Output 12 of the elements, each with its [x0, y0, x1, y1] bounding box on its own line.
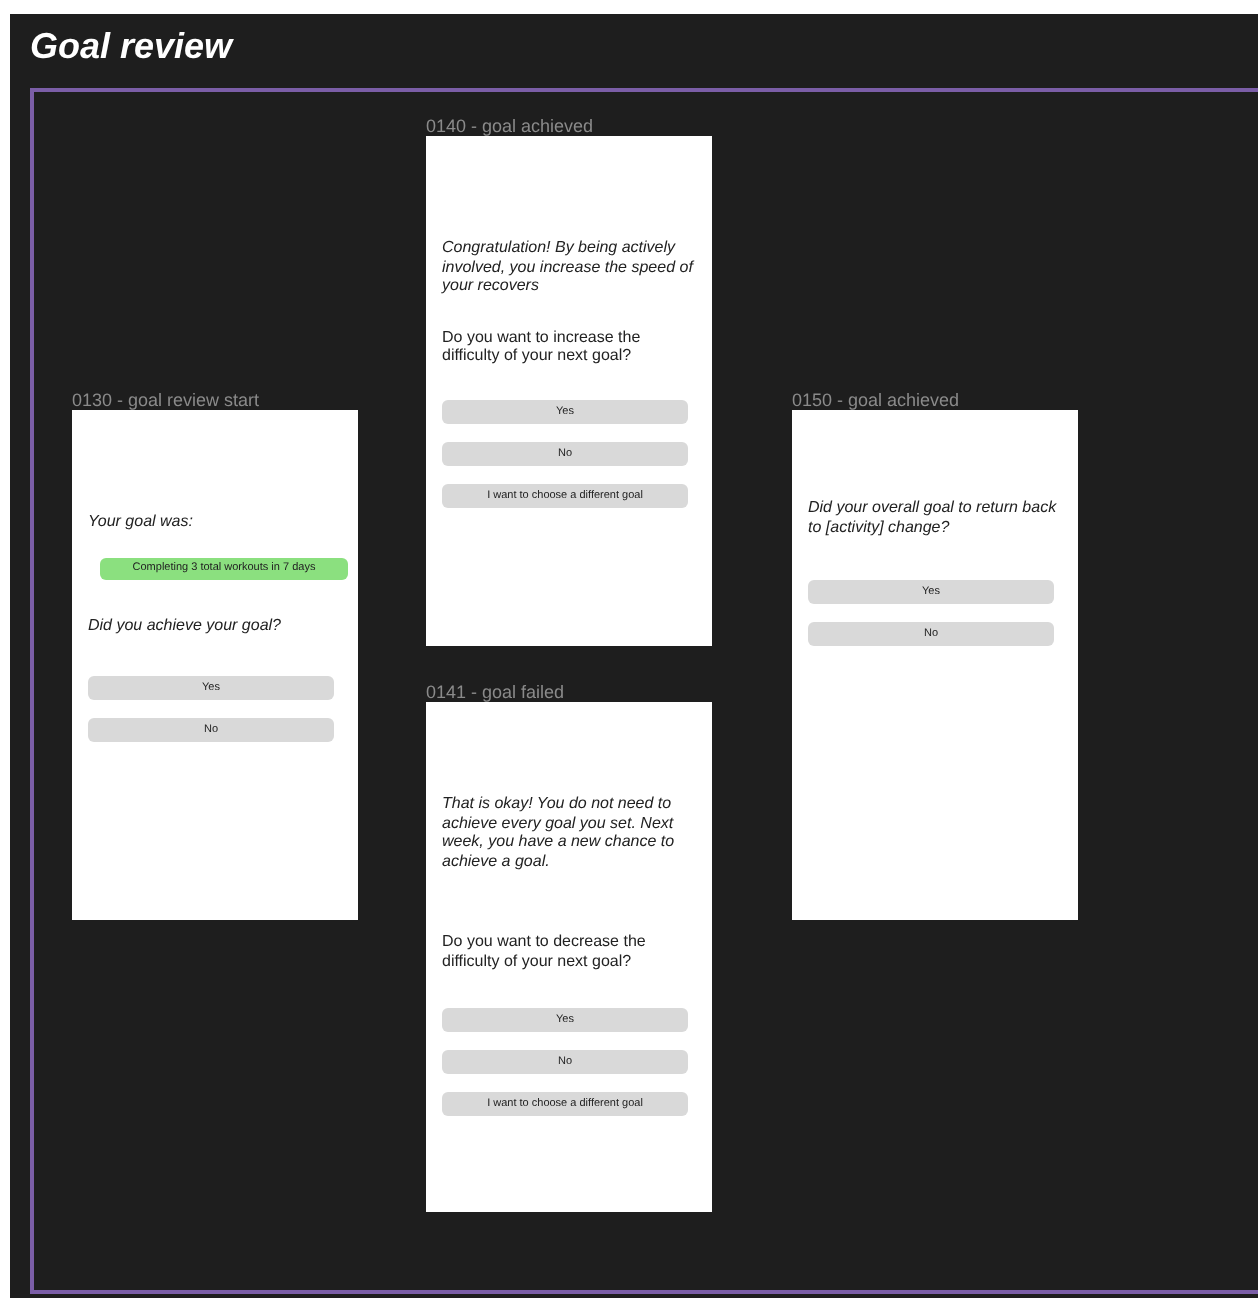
prompt-text: Did your overall goal to return back to [activity] change? — [808, 498, 1059, 536]
frame-label: 0140 - goal achieved — [426, 116, 594, 136]
prompt-text: Your goal was: — [88, 512, 195, 531]
prompt-text: That is okay! You do not need to achieve every goal you set. Next week, you have a new chance to achieve a goal. — [442, 794, 677, 870]
question-text: Do you want to increase the difficulty of your next goal? — [442, 327, 643, 365]
frame-label: 0141 - goal failed — [426, 682, 565, 702]
question-text: Do you want to decrease the difficulty of your next goal? — [442, 932, 648, 970]
frame-label: 0130 - goal review start — [72, 390, 260, 410]
prompt-text: Congratulation! By being actively involved, you increase the speed of your recovers — [442, 238, 696, 295]
prompt-text: Did you achieve your goal? — [88, 615, 284, 634]
frame-label: 0150 - goal achieved — [792, 390, 960, 410]
page-title: Goal review — [30, 26, 233, 70]
